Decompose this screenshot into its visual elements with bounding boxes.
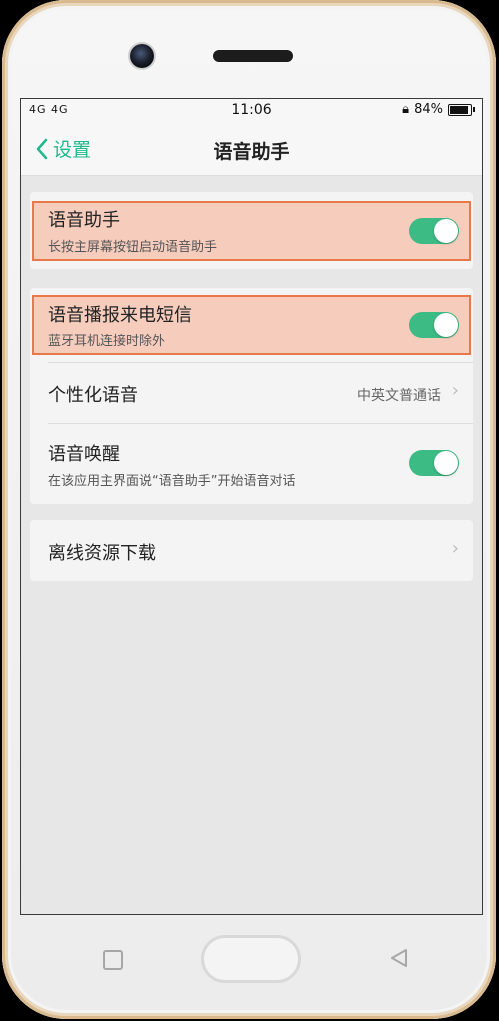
battery-fill: [450, 105, 469, 114]
toggle-knob: [434, 451, 458, 475]
settings-group-1: 语音助手 长按主屏幕按钮启动语音助手: [30, 192, 473, 269]
home-button[interactable]: [201, 935, 301, 983]
back-triangle-icon[interactable]: [388, 947, 410, 969]
screen: 4G 4G 11:06 🔒︎ 84% 设置 语音助手 语音助手 长按主屏幕按钮启…: [20, 98, 483, 915]
setting-row-personalized-voice[interactable]: 个性化语音 中英文普通话 ›: [30, 363, 473, 423]
settings-group-2: 语音播报来电短信 蓝牙耳机连接时除外 个性化语音 中英文普通话 › 语音唤醒 在…: [30, 288, 473, 504]
chevron-right-icon: ›: [451, 380, 459, 401]
settings-group-3: 离线资源下载 ›: [30, 520, 473, 581]
setting-row-voice-assistant[interactable]: 语音助手 长按主屏幕按钮启动语音助手: [30, 192, 473, 269]
setting-label: 个性化语音: [48, 385, 138, 406]
status-bar: 4G 4G 11:06 🔒︎ 84%: [21, 99, 482, 123]
title-bar: 设置 语音助手: [21, 123, 482, 176]
page-title: 语音助手: [213, 141, 290, 163]
voice-wakeup-toggle[interactable]: [409, 450, 459, 476]
setting-desc: 长按主屏幕按钮启动语音助手: [48, 240, 218, 255]
setting-desc: 蓝牙耳机连接时除外: [48, 334, 166, 349]
setting-label: 离线资源下载: [48, 543, 156, 564]
setting-row-offline-download[interactable]: 离线资源下载 ›: [30, 520, 473, 581]
setting-label: 语音播报来电短信: [48, 305, 192, 326]
toggle-knob: [434, 219, 458, 243]
setting-label: 语音助手: [48, 210, 120, 231]
recent-apps-button[interactable]: [103, 950, 123, 970]
setting-row-announce-calls[interactable]: 语音播报来电短信 蓝牙耳机连接时除外: [30, 288, 473, 362]
chevron-right-icon: ›: [451, 538, 459, 559]
voice-assistant-toggle[interactable]: [409, 218, 459, 244]
phone-frame: 4G 4G 11:06 🔒︎ 84% 设置 语音助手 语音助手 长按主屏幕按钮启…: [2, 0, 496, 1019]
battery-icon: [448, 103, 475, 116]
announce-calls-toggle[interactable]: [409, 312, 459, 338]
setting-row-voice-wakeup[interactable]: 语音唤醒 在该应用主界面说“语音助手”开始语音对话: [30, 424, 473, 504]
front-camera: [130, 44, 154, 68]
battery-percent: 84%: [414, 102, 443, 117]
earpiece-speaker: [213, 50, 293, 62]
rotation-lock-icon: 🔒︎: [402, 102, 410, 117]
setting-desc: 在该应用主界面说“语音助手”开始语音对话: [48, 474, 296, 489]
setting-value: 中英文普通话: [357, 388, 441, 404]
setting-label: 语音唤醒: [48, 444, 120, 465]
toggle-knob: [434, 313, 458, 337]
